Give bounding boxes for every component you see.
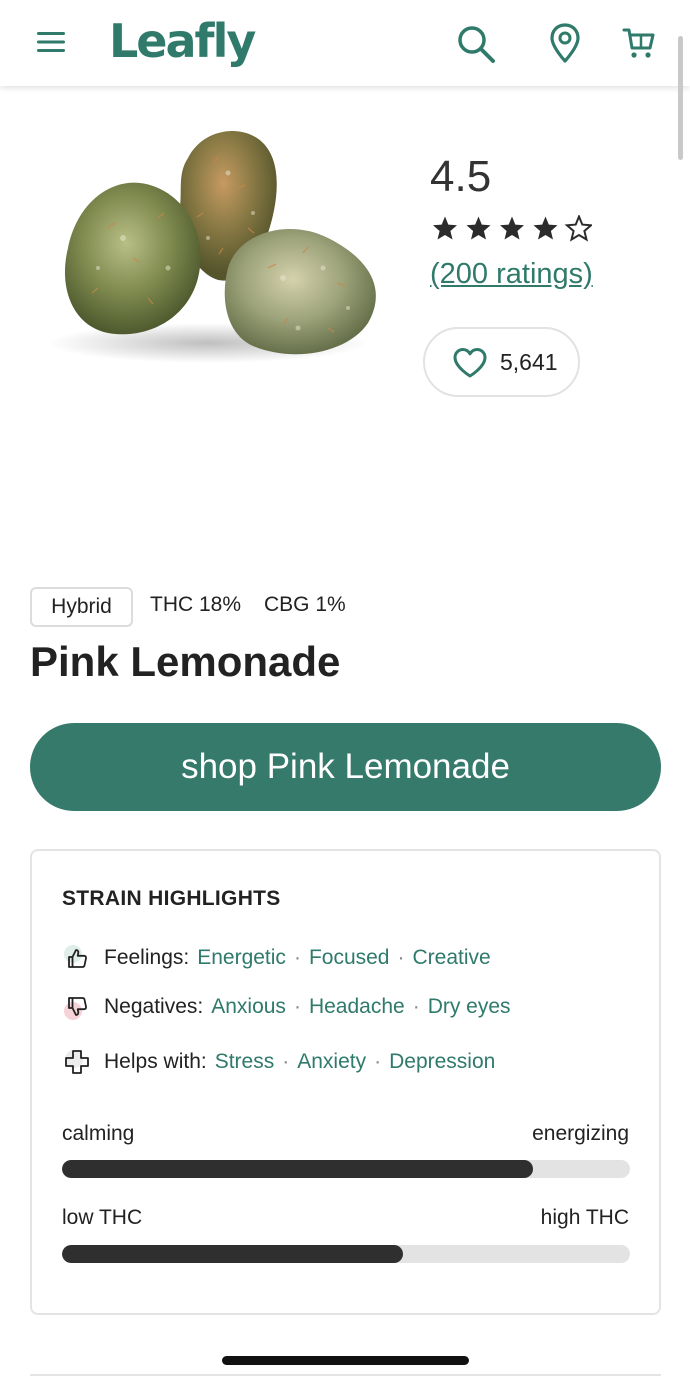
ratings-count-link[interactable]: (200 ratings) [430,258,593,291]
helps-with-link[interactable]: Anxiety [297,1050,366,1074]
negatives-label: Negatives: [104,995,204,1018]
heart-icon [453,348,487,378]
medical-cross-icon [65,1050,89,1074]
helps-with-row: Helps with: Stress · Anxiety · Depressio… [62,1047,495,1077]
highlights-title: STRAIN HIGHLIGHTS [62,887,281,910]
separator-dot: · [374,1050,382,1073]
thumbs-down-icon [64,997,87,1020]
cart-icon[interactable] [620,24,658,62]
scale-right-label: energizing [532,1122,629,1145]
home-indicator [222,1356,469,1365]
feeling-link[interactable]: Focused [309,946,390,970]
scrollbar[interactable] [678,36,683,160]
helps-with-link[interactable]: Depression [389,1050,495,1074]
strain-name-heading: Pink Lemonade [30,638,341,685]
strain-highlights-card: STRAIN HIGHLIGHTS Feelings: Energetic · … [30,849,661,1315]
negative-link[interactable]: Headache [309,995,405,1019]
feeling-link[interactable]: Energetic [197,946,286,970]
search-icon[interactable] [454,22,498,66]
separator-dot: · [412,995,420,1018]
favorite-button[interactable]: 5,641 [423,327,580,397]
scale-fill [62,1245,403,1263]
cbg-percentage: CBG 1% [264,593,346,616]
thumbs-up-icon [64,945,87,968]
scale-left-label: calming [62,1122,135,1145]
feelings-row: Feelings: Energetic · Focused · Creative [62,943,491,973]
negative-link[interactable]: Anxious [211,995,286,1019]
feelings-label: Feelings: [104,946,190,969]
helps-with-label: Helps with: [104,1050,207,1073]
star-rating-icon [433,215,592,241]
helps-with-link[interactable]: Stress [215,1050,275,1074]
shop-strain-button[interactable]: shop Pink Lemonade [30,723,661,811]
divider [30,1374,661,1376]
favorite-count: 5,641 [500,349,558,375]
rating-value: 4.5 [430,152,492,201]
strain-bud-photo [48,131,376,363]
separator-dot: · [293,946,301,969]
scale-fill [62,1160,534,1178]
thc-level-bar [62,1245,630,1263]
separator-dot: · [293,995,301,1018]
strain-type-badge[interactable]: Hybrid [30,587,133,627]
menu-icon[interactable] [30,26,70,58]
separator-dot: · [397,946,405,969]
top-nav-bar: Leafly [0,0,690,86]
calming-energizing-bar [62,1160,630,1178]
feeling-link[interactable]: Creative [412,946,490,970]
negatives-row: Negatives: Anxious · Headache · Dry eyes [62,992,511,1022]
leafly-logo[interactable]: Leafly [109,14,256,68]
negative-link[interactable]: Dry eyes [428,995,511,1019]
scale-left-label: low THC [62,1206,143,1229]
location-icon[interactable] [548,22,582,64]
scale-right-label: high THC [540,1206,629,1229]
thc-percentage: THC 18% [150,593,242,616]
separator-dot: · [282,1050,290,1073]
